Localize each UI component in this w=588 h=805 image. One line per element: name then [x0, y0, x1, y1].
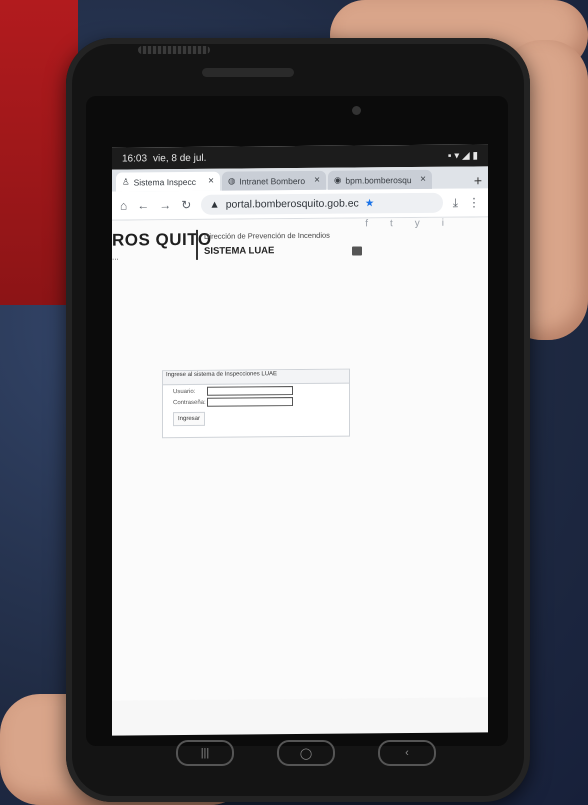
facebook-icon[interactable]: f	[365, 218, 368, 229]
department-name: Dirección de Prevención de Incendios	[204, 230, 330, 241]
person-icon: ♙	[122, 176, 130, 187]
username-input[interactable]	[207, 386, 293, 396]
tab-label: Sistema Inspecc	[133, 176, 196, 187]
browser-tabs: ♙ Sistema Inspecc × ◍ Intranet Bombero ×…	[112, 166, 488, 192]
small-square-icon	[352, 246, 362, 256]
tab-sistema-inspeccion[interactable]: ♙ Sistema Inspecc ×	[116, 171, 220, 192]
instagram-icon[interactable]: i	[442, 218, 444, 229]
tablet-grill	[138, 46, 210, 54]
username-row: Usuario:	[173, 386, 349, 397]
download-icon[interactable]: ⤓	[453, 195, 458, 210]
tab-intranet[interactable]: ◍ Intranet Bombero ×	[222, 170, 326, 191]
warning-icon: ▲	[209, 198, 220, 211]
home-icon[interactable]: ⌂	[120, 199, 127, 213]
url-text: portal.bomberosquito.gob.ec	[225, 197, 359, 211]
url-field[interactable]: ▲ portal.bomberosquito.gob.ec ★	[201, 192, 443, 215]
password-input[interactable]	[207, 397, 293, 407]
address-bar: ⌂ ← → ↻ ▲ portal.bomberosquito.gob.ec ★ …	[112, 188, 488, 221]
brand-subtext: ...	[112, 252, 119, 262]
password-label: Contraseña:	[173, 399, 206, 406]
status-indicators: ▪ ▾ ◢ ▮	[447, 149, 478, 162]
system-name: SISTEMA LUAE	[204, 245, 275, 257]
recents-button[interactable]: |||	[176, 740, 234, 766]
back-button[interactable]: ‹	[378, 740, 436, 766]
status-time: 16:03	[122, 152, 148, 165]
submit-label: Ingresar	[178, 415, 201, 423]
tab-label: bpm.bomberosqu	[345, 174, 412, 186]
home-button[interactable]: ◯	[277, 740, 335, 766]
reload-icon[interactable]: ↻	[181, 198, 191, 212]
tablet-screen: 16:03 vie, 8 de jul. ▪ ▾ ◢ ▮ ♙ Sistema I…	[112, 144, 488, 736]
android-nav-bar: ||| ◯ ‹	[176, 738, 436, 768]
back-icon[interactable]: ←	[137, 198, 149, 212]
globe-icon: ◍	[228, 175, 236, 186]
forward-icon[interactable]: →	[159, 198, 171, 212]
web-page: ROS QUITO ... Dirección de Prevención de…	[112, 217, 488, 701]
close-tab-icon[interactable]: ×	[208, 176, 214, 187]
password-row: Contraseña:	[173, 397, 349, 408]
chrome-icon: ◉	[334, 174, 342, 185]
tab-label: Intranet Bombero	[239, 175, 306, 187]
bookmark-star-icon[interactable]: ★	[365, 197, 374, 209]
username-label: Usuario:	[173, 388, 196, 395]
tab-bpm[interactable]: ◉ bpm.bomberosqu ×	[328, 169, 432, 190]
close-tab-icon[interactable]: ×	[314, 175, 320, 186]
youtube-icon[interactable]: y	[415, 218, 420, 229]
header-divider	[196, 229, 198, 260]
close-tab-icon[interactable]: ×	[420, 174, 426, 185]
twitter-icon[interactable]: t	[390, 218, 393, 229]
tablet-camera	[352, 106, 361, 115]
social-links: f t y i	[365, 218, 444, 230]
submit-button[interactable]: Ingresar	[173, 411, 206, 427]
new-tab-icon[interactable]: +	[468, 172, 488, 188]
login-title: Ingrese al sistema de Inspecciones LUAE	[163, 369, 349, 386]
tablet-speaker	[202, 68, 294, 77]
status-date: vie, 8 de jul.	[153, 152, 207, 164]
login-form: Ingrese al sistema de Inspecciones LUAE …	[162, 368, 350, 439]
menu-icon[interactable]: ⋮	[468, 195, 480, 209]
